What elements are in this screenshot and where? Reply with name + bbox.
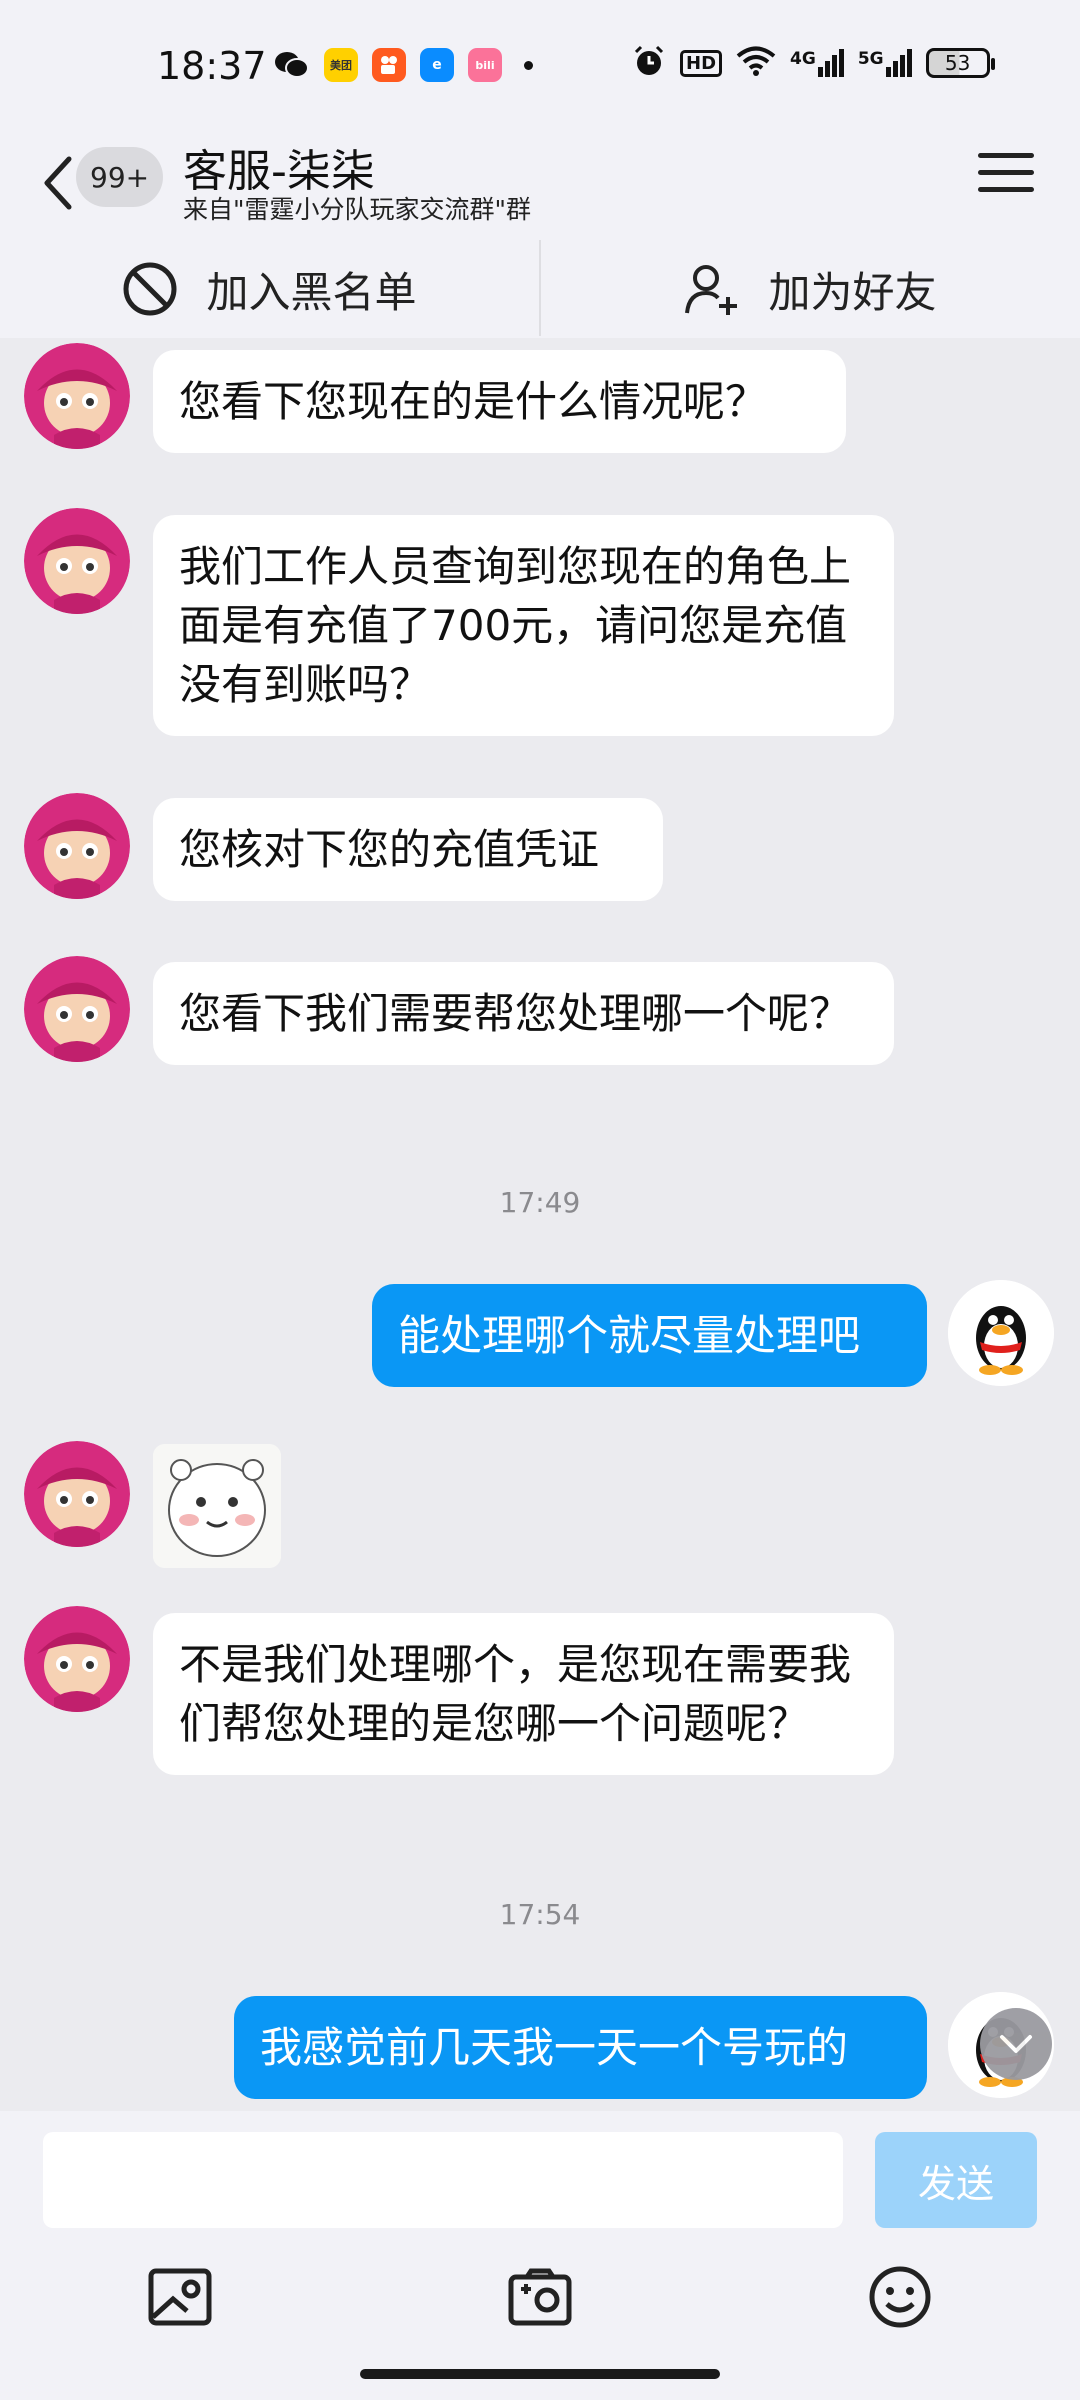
agent-avatar[interactable] bbox=[24, 1606, 130, 1712]
chevron-down-icon bbox=[1000, 2035, 1032, 2053]
scroll-to-bottom-button[interactable] bbox=[980, 2008, 1052, 2080]
bilibili-icon: bili bbox=[468, 48, 502, 82]
network-5g-icon: 5G bbox=[858, 49, 912, 77]
image-icon bbox=[148, 2268, 212, 2326]
message-bubble-incoming[interactable]: 您核对下您的充值凭证 bbox=[153, 798, 663, 901]
input-area: 发送 bbox=[0, 2111, 1080, 2400]
chat-subtitle: 来自"雷霆小分队玩家交流群"群 bbox=[183, 195, 531, 224]
unread-count-badge[interactable]: 99+ bbox=[76, 147, 164, 207]
add-friend-button[interactable]: 加为好友 bbox=[541, 240, 1080, 338]
send-button[interactable]: 发送 bbox=[875, 2132, 1037, 2228]
agent-avatar[interactable] bbox=[24, 956, 130, 1062]
blacklist-button[interactable]: 加入黑名单 bbox=[0, 240, 539, 338]
menu-line bbox=[978, 187, 1034, 192]
menu-button[interactable] bbox=[978, 153, 1034, 209]
menu-line bbox=[978, 170, 1034, 175]
add-friend-label: 加为好友 bbox=[768, 267, 937, 317]
action-bar: 加入黑名单 加为好友 bbox=[0, 240, 1080, 338]
emoji-icon bbox=[869, 2266, 931, 2328]
status-bar: 18:37 美团 e bili HD 4G 5G 53 bbox=[0, 0, 1080, 135]
message-bubble-outgoing[interactable]: 我感觉前几天我一天一个号玩的 bbox=[234, 1996, 927, 2099]
block-icon bbox=[123, 262, 177, 316]
kuaishou-icon bbox=[372, 48, 406, 82]
wechat-icon bbox=[272, 48, 310, 82]
chevron-left-icon bbox=[44, 156, 72, 210]
alarm-icon bbox=[632, 44, 666, 82]
user-avatar[interactable] bbox=[948, 1280, 1054, 1386]
message-bubble-incoming[interactable]: 我们工作人员查询到您现在的角色上面是有充值了700元，请问您是充值没有到账吗？ bbox=[153, 515, 894, 736]
message-input[interactable] bbox=[43, 2132, 843, 2228]
message-bubble-incoming[interactable]: 您看下您现在的是什么情况呢？ bbox=[153, 350, 846, 453]
battery-icon: 53 bbox=[925, 48, 995, 78]
agent-avatar[interactable] bbox=[24, 508, 130, 614]
status-system-icons: HD 4G 5G 53 bbox=[632, 44, 995, 82]
status-notification-icons: 美团 e bili bbox=[272, 48, 533, 82]
add-user-icon bbox=[685, 265, 738, 315]
image-picker-button[interactable] bbox=[144, 2261, 216, 2333]
more-notifications-dot bbox=[524, 60, 533, 70]
emoji-button[interactable] bbox=[864, 2261, 936, 2333]
agent-avatar[interactable] bbox=[24, 793, 130, 899]
message-timestamp: 17:54 bbox=[499, 1898, 581, 1931]
camera-icon bbox=[508, 2268, 572, 2326]
agent-avatar[interactable] bbox=[24, 1441, 130, 1547]
message-timestamp: 17:49 bbox=[499, 1186, 581, 1219]
agent-avatar[interactable] bbox=[24, 343, 130, 449]
chat-messages[interactable]: 您看下您现在的是什么情况呢？ 我们工作人员查询到您现在的角色上面是有充值了700… bbox=[0, 338, 1080, 2111]
message-bubble-incoming[interactable]: 不是我们处理哪个，是您现在需要我们帮您处理的是您哪一个问题呢？ bbox=[153, 1613, 894, 1775]
menu-line bbox=[978, 153, 1034, 158]
meituan-icon: 美团 bbox=[324, 48, 358, 82]
sticker-image[interactable] bbox=[153, 1444, 281, 1568]
camera-button[interactable] bbox=[504, 2261, 576, 2333]
eleme-icon: e bbox=[420, 48, 454, 82]
status-time: 18:37 bbox=[157, 44, 267, 88]
message-bubble-outgoing[interactable]: 能处理哪个就尽量处理吧 bbox=[372, 1284, 927, 1387]
hd-icon: HD bbox=[680, 49, 723, 77]
home-indicator[interactable] bbox=[360, 2369, 720, 2379]
wifi-icon bbox=[736, 45, 776, 81]
chat-header: 99+ 客服-柒柒 来自"雷霆小分队玩家交流群"群 bbox=[0, 135, 1080, 240]
network-4g-icon: 4G bbox=[790, 49, 844, 77]
blacklist-label: 加入黑名单 bbox=[206, 267, 417, 317]
message-bubble-incoming[interactable]: 您看下我们需要帮您处理哪一个呢？ bbox=[153, 962, 894, 1065]
